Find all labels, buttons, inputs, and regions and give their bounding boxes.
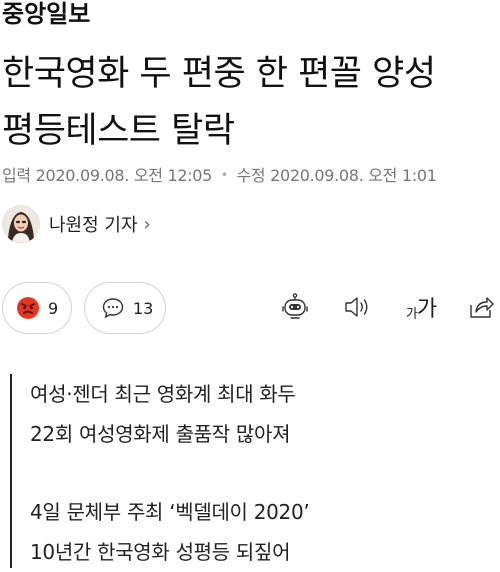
share-icon [470,297,494,318]
robot-icon [282,293,308,319]
text-to-speech-button[interactable] [278,290,312,324]
article-summary: 여성·젠더 최근 영화계 최대 화두 22회 여성영화제 출품작 많아져 4일 … [10,374,494,568]
speaker-icon [345,297,368,317]
font-size-small-glyph: 가 [405,307,418,322]
article-headline: 한국영화 두 편중 한 편꼴 양성 평등테스트 탈락 [2,46,498,160]
modified-datetime: 2020.09.08. 오전 1:01 [270,166,437,185]
headline-line-1: 한국영화 두 편중 한 편꼴 양성 [2,54,436,94]
font-size-large-glyph: 가 [416,297,437,322]
summary-spacer [30,454,494,492]
font-size-button[interactable]: 가가 [402,290,440,324]
summary-line: 4일 문체부 주최 ‘벡델데이 2020’ [30,500,310,524]
reaction-count: 9 [48,298,59,318]
audio-button[interactable] [340,290,374,324]
share-button[interactable] [464,290,498,324]
modified-label: 수정 [236,166,266,185]
dateline-separator: • [220,168,228,182]
input-datetime: 2020.09.08. 오전 12:05 [35,166,213,185]
angry-face-icon [17,297,39,319]
headline-line-2: 평등테스트 탈락 [2,111,235,151]
speech-bubble-icon [102,298,124,319]
summary-line: 여성·젠더 최근 영화계 최대 화두 [30,382,296,406]
summary-line: 22회 여성영화제 출품작 많아져 [30,422,291,446]
comment-count: 13 [133,298,154,318]
reporter-link[interactable]: 나원정 기자 › [2,204,151,244]
article-action-bar: 9 13 가가 [0,282,500,338]
input-label: 입력 [2,166,31,185]
reporter-name: 나원정 기자 [49,215,138,236]
chevron-right-icon: › [143,213,151,235]
font-size-icon: 가가 [405,291,437,323]
reporter-avatar [2,205,40,243]
summary-line: 10년간 한국영화 성평등 되짚어 [30,540,291,564]
comment-button[interactable]: 13 [84,282,166,334]
reaction-button[interactable]: 9 [2,282,72,334]
newspaper-logo[interactable]: 중앙일보 [2,0,90,29]
article-dateline: 입력 2020.09.08. 오전 12:05 • 수정 2020.09.08.… [2,162,498,186]
